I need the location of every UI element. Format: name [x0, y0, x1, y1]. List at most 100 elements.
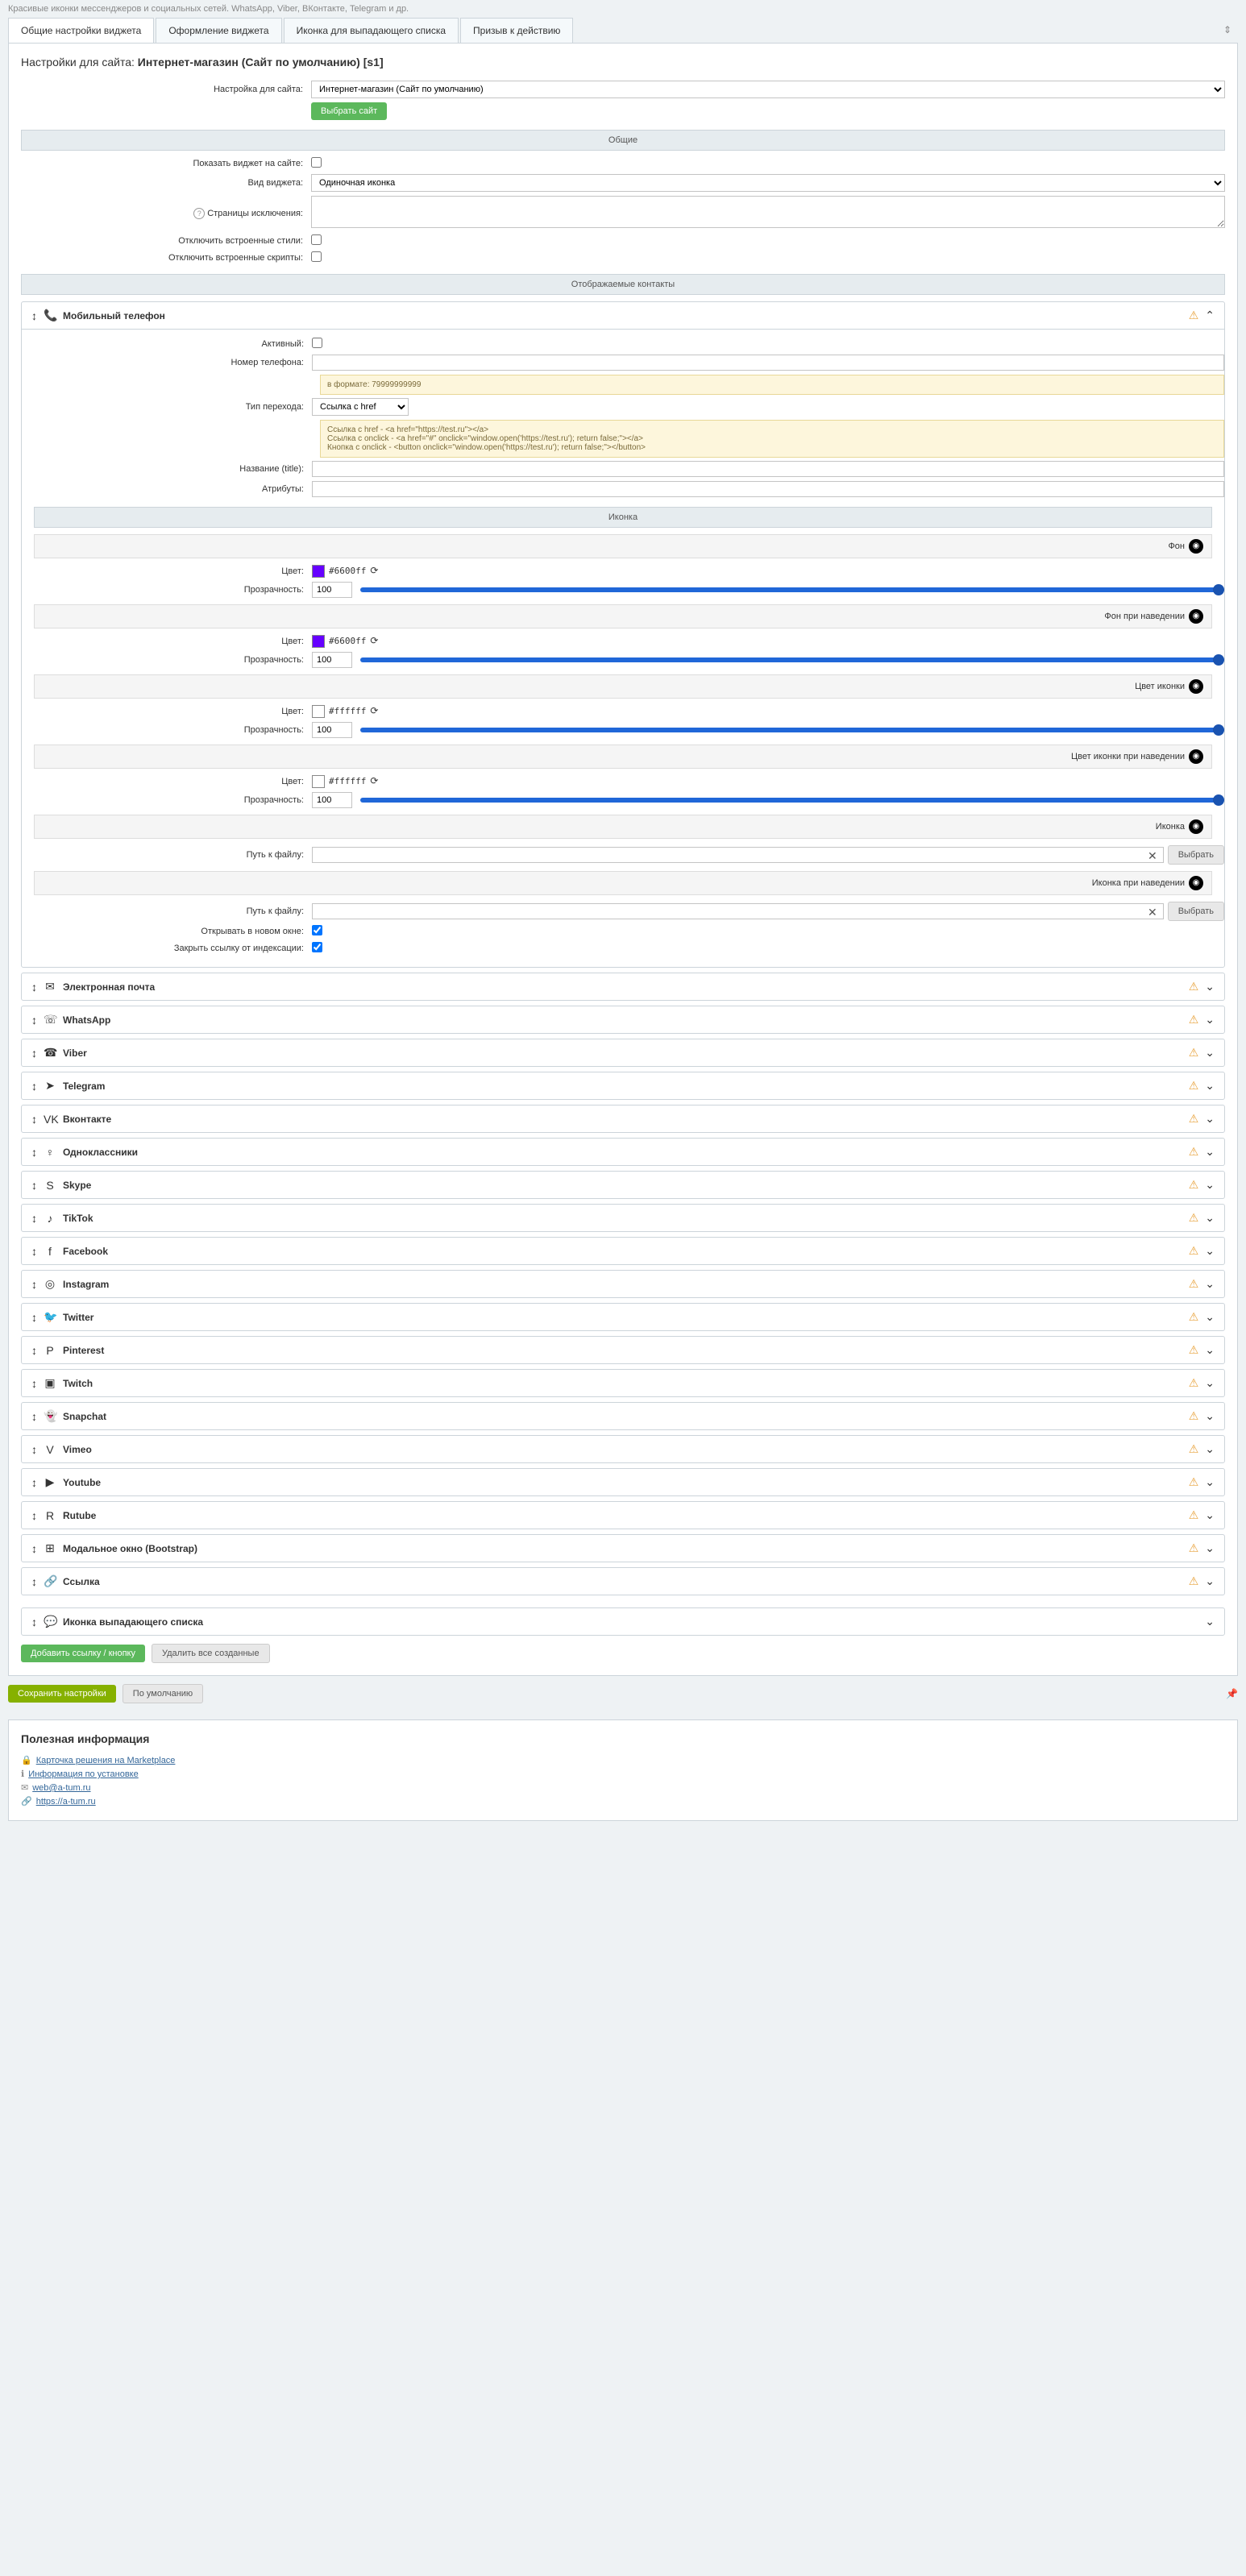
accordion-header-11[interactable]: ↕ P Pinterest ⚠ ⌄ — [22, 1337, 1224, 1363]
phone-number-input[interactable] — [312, 355, 1224, 371]
new-window-checkbox[interactable] — [312, 925, 322, 935]
opacity-slider-2[interactable] — [360, 728, 1224, 732]
info-link-3[interactable]: https://a-tum.ru — [36, 1797, 96, 1807]
drag-handle-icon[interactable]: ↕ — [31, 1311, 37, 1324]
link-type-select[interactable]: Ссылка с href — [312, 398, 409, 416]
drag-handle-icon[interactable]: ↕ — [31, 1245, 37, 1258]
drag-handle-icon[interactable]: ↕ — [31, 1377, 37, 1390]
clear-icon[interactable]: ✕ — [1148, 849, 1157, 863]
site-select[interactable]: Интернет-магазин (Сайт по умолчанию) — [311, 81, 1225, 98]
accordion-header-1[interactable]: ↕ ☏ WhatsApp ⚠ ⌄ — [22, 1006, 1224, 1033]
accordion-header-18[interactable]: ↕ 🔗 Ссылка ⚠ ⌄ — [22, 1568, 1224, 1595]
accordion-rutube: ↕ R Rutube ⚠ ⌄ — [21, 1501, 1225, 1529]
tab-cta[interactable]: Призыв к действию — [460, 18, 573, 43]
info-link-2[interactable]: web@a-tum.ru — [32, 1783, 90, 1793]
title-input[interactable] — [312, 461, 1224, 477]
color-swatch[interactable] — [312, 635, 325, 648]
accordion-header-4[interactable]: ↕ VK Вконтакте ⚠ ⌄ — [22, 1105, 1224, 1132]
refresh-icon[interactable]: ⟳ — [370, 775, 378, 786]
drag-handle-icon[interactable]: ↕ — [31, 1146, 37, 1159]
chevron-down-icon: ⌄ — [1205, 1475, 1215, 1489]
refresh-icon[interactable]: ⟳ — [370, 635, 378, 646]
accordion-header-0[interactable]: ↕ ✉ Электронная почта ⚠ ⌄ — [22, 973, 1224, 1000]
active-checkbox[interactable] — [312, 338, 322, 348]
accordion-header-14[interactable]: ↕ V Vimeo ⚠ ⌄ — [22, 1436, 1224, 1462]
pin-icon[interactable]: 📌 — [1226, 1688, 1238, 1699]
file-browse-button[interactable]: Выбрать — [1168, 845, 1224, 865]
opacity-slider-3[interactable] — [360, 798, 1224, 803]
file-hover-browse-button[interactable]: Выбрать — [1168, 902, 1224, 921]
drag-handle-icon[interactable]: ↕ — [31, 1509, 37, 1522]
drag-handle-icon[interactable]: ↕ — [31, 1443, 37, 1456]
color-swatch[interactable] — [312, 775, 325, 788]
drag-handle-icon[interactable]: ↕ — [31, 309, 37, 322]
drag-handle-icon[interactable]: ↕ — [31, 1014, 37, 1027]
disable-scripts-checkbox[interactable] — [311, 251, 322, 262]
delete-all-button[interactable]: Удалить все созданные — [152, 1644, 270, 1663]
title-field-label: Название (title): — [22, 464, 312, 474]
refresh-icon[interactable]: ⟳ — [370, 705, 378, 716]
drag-handle-icon[interactable]: ↕ — [31, 1212, 37, 1225]
drag-handle-icon[interactable]: ↕ — [31, 1080, 37, 1093]
tab-general[interactable]: Общие настройки виджета — [8, 18, 154, 43]
widget-type-select[interactable]: Одиночная иконка — [311, 174, 1225, 192]
tab-dropdown-icon[interactable]: Иконка для выпадающего списка — [284, 18, 459, 43]
show-widget-checkbox[interactable] — [311, 157, 322, 168]
file-hover-path-input[interactable] — [312, 903, 1164, 919]
hide-index-checkbox[interactable] — [312, 942, 322, 952]
accordion-header-9[interactable]: ↕ ◎ Instagram ⚠ ⌄ — [22, 1271, 1224, 1297]
color-swatch[interactable] — [312, 565, 325, 578]
refresh-icon[interactable]: ⟳ — [370, 565, 378, 576]
drag-handle-icon[interactable]: ↕ — [31, 1113, 37, 1126]
drag-handle-icon[interactable]: ↕ — [31, 981, 37, 993]
opacity-input-3[interactable] — [312, 792, 352, 808]
accordion-header-5[interactable]: ↕ ♀ Одноклассники ⚠ ⌄ — [22, 1139, 1224, 1165]
tab-design[interactable]: Оформление виджета — [156, 18, 281, 43]
file-path-input[interactable] — [312, 847, 1164, 863]
accordion-header-2[interactable]: ↕ ☎ Viber ⚠ ⌄ — [22, 1039, 1224, 1066]
accordion-vimeo: ↕ V Vimeo ⚠ ⌄ — [21, 1435, 1225, 1463]
attrs-input[interactable] — [312, 481, 1224, 497]
accordion-header-10[interactable]: ↕ 🐦 Twitter ⚠ ⌄ — [22, 1304, 1224, 1330]
clear-icon[interactable]: ✕ — [1148, 906, 1157, 919]
opacity-input-1[interactable] — [312, 652, 352, 668]
accordion-header-15[interactable]: ↕ ▶ Youtube ⚠ ⌄ — [22, 1469, 1224, 1495]
add-link-button[interactable]: Добавить ссылку / кнопку — [21, 1645, 145, 1662]
drag-handle-icon[interactable]: ↕ — [31, 1047, 37, 1060]
opacity-slider-0[interactable] — [360, 587, 1224, 592]
accordion-header-13[interactable]: ↕ 👻 Snapchat ⚠ ⌄ — [22, 1403, 1224, 1429]
accordion-phone-header[interactable]: ↕ 📞 Мобильный телефон ⚠ ⌃ — [22, 302, 1224, 329]
drag-handle-icon[interactable]: ↕ — [31, 1410, 37, 1423]
exclude-pages-textarea[interactable] — [311, 196, 1225, 228]
default-button[interactable]: По умолчанию — [123, 1684, 203, 1703]
accordion-dropdown-header[interactable]: ↕ 💬 Иконка выпадающего списка ⌄ — [22, 1608, 1224, 1635]
drag-handle-icon[interactable]: ↕ — [31, 1476, 37, 1489]
drag-handle-icon[interactable]: ↕ — [31, 1575, 37, 1588]
opacity-input-2[interactable] — [312, 722, 352, 738]
accordion-header-8[interactable]: ↕ f Facebook ⚠ ⌄ — [22, 1238, 1224, 1264]
drag-handle-icon[interactable]: ↕ — [31, 1616, 37, 1628]
accordion-header-7[interactable]: ↕ ♪ TikTok ⚠ ⌄ — [22, 1205, 1224, 1231]
accordion-header-6[interactable]: ↕ S Skype ⚠ ⌄ — [22, 1172, 1224, 1198]
save-button[interactable]: Сохранить настройки — [8, 1685, 116, 1703]
accordion-header-3[interactable]: ↕ ➤ Telegram ⚠ ⌄ — [22, 1072, 1224, 1099]
tabs-collapse-icon[interactable]: ⇕ — [1217, 18, 1238, 43]
chevron-down-icon: ⌄ — [1205, 1013, 1215, 1027]
opacity-input-0[interactable] — [312, 582, 352, 598]
opacity-slider-1[interactable] — [360, 657, 1224, 662]
accordion-header-16[interactable]: ↕ R Rutube ⚠ ⌄ — [22, 1502, 1224, 1529]
warning-icon: ⚠ — [1189, 1343, 1199, 1357]
accordion-header-12[interactable]: ↕ ▣ Twitch ⚠ ⌄ — [22, 1370, 1224, 1396]
accordion-header-17[interactable]: ↕ ⊞ Модальное окно (Bootstrap) ⚠ ⌄ — [22, 1535, 1224, 1562]
info-link-1[interactable]: Информация по установке — [28, 1769, 139, 1779]
select-site-button[interactable]: Выбрать сайт — [311, 102, 387, 120]
drag-handle-icon[interactable]: ↕ — [31, 1542, 37, 1555]
color-swatch[interactable] — [312, 705, 325, 718]
drag-handle-icon[interactable]: ↕ — [31, 1278, 37, 1291]
info-link-0[interactable]: Карточка решения на Marketplace — [36, 1756, 176, 1765]
disable-styles-checkbox[interactable] — [311, 234, 322, 245]
help-icon[interactable]: ? — [193, 208, 205, 219]
drag-handle-icon[interactable]: ↕ — [31, 1344, 37, 1357]
accordion-одноклассники: ↕ ♀ Одноклассники ⚠ ⌄ — [21, 1138, 1225, 1166]
drag-handle-icon[interactable]: ↕ — [31, 1179, 37, 1192]
